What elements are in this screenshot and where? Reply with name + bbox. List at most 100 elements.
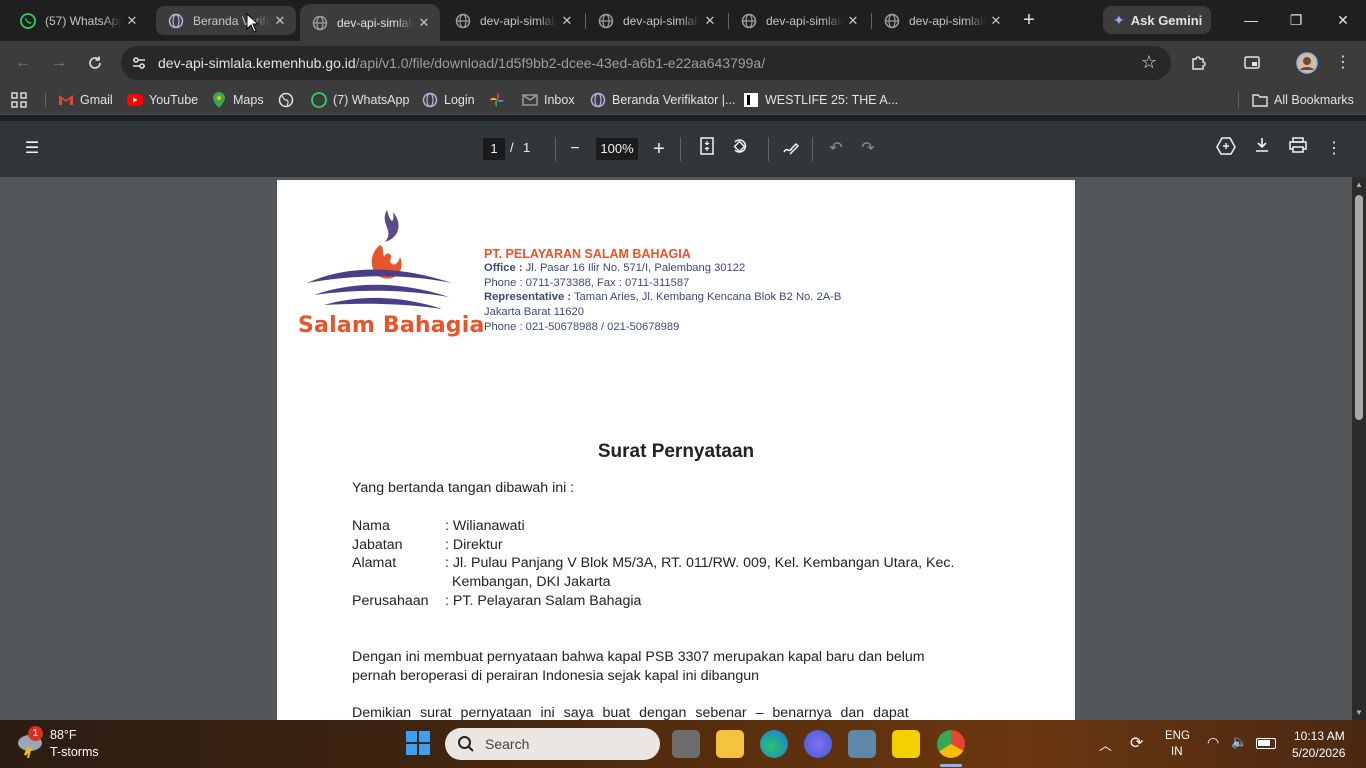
tab-whatsapp[interactable]: (57) WhatsApp ✕: [8, 6, 148, 35]
scroll-down-icon[interactable]: ▼: [1355, 708, 1363, 717]
language-region[interactable]: IN: [1171, 746, 1183, 758]
file-explorer-icon[interactable]: [716, 730, 744, 758]
sticky-notes-icon[interactable]: [892, 730, 920, 758]
bookmark-login[interactable]: Login: [422, 91, 475, 109]
weather-widget[interactable]: 1: [14, 726, 46, 764]
bookmark-pinwheel[interactable]: [489, 91, 511, 109]
search-label: Search: [485, 736, 530, 752]
sync-icon[interactable]: ⟳: [1130, 733, 1143, 753]
tab-dev-api[interactable]: dev-api-simlala ✕: [729, 6, 869, 35]
bookmark-globe[interactable]: [278, 91, 300, 109]
back-button[interactable]: ←: [9, 49, 37, 77]
zoom-in-button[interactable]: +: [647, 137, 671, 161]
start-button[interactable]: [405, 730, 433, 758]
all-bookmarks-button[interactable]: All Bookmarks: [1252, 91, 1354, 109]
tab-dev-api[interactable]: dev-api-simlala ✕: [586, 6, 726, 35]
new-tab-button[interactable]: +: [1016, 8, 1042, 34]
close-icon[interactable]: ✕: [122, 13, 142, 29]
representative-address: Representative : Taman Aries, Jl. Kemban…: [484, 291, 841, 303]
representative-city: Jakarta Barat 11620: [484, 306, 584, 318]
scroll-up-icon[interactable]: ▲: [1355, 180, 1363, 189]
redo-button[interactable]: ↷: [856, 137, 880, 161]
restore-button[interactable]: ❐: [1281, 8, 1311, 32]
menu-button[interactable]: ⋮: [1329, 49, 1357, 77]
fit-page-button[interactable]: [695, 137, 719, 161]
battery-icon[interactable]: [1256, 738, 1276, 749]
pdf-viewer[interactable]: Salam Bahagia PT. PELAYARAN SALAM BAHAGI…: [0, 177, 1366, 720]
drive-save-button[interactable]: [1214, 137, 1238, 161]
close-icon[interactable]: ✕: [557, 13, 577, 29]
download-icon: [1256, 138, 1268, 152]
close-icon[interactable]: ✕: [414, 15, 434, 31]
bookmark-inbox[interactable]: Inbox: [522, 91, 575, 109]
bookmark-whatsapp[interactable]: (7) WhatsApp: [311, 91, 409, 109]
page-number-input[interactable]: 1: [483, 138, 505, 160]
representative-label: Representative :: [484, 291, 572, 303]
task-view-icon[interactable]: [672, 730, 700, 758]
bookmark-star-icon[interactable]: ☆: [1141, 52, 1157, 73]
maps-pin-icon: [211, 92, 227, 108]
globe-icon: [884, 13, 900, 29]
apps-button[interactable]: [11, 91, 27, 109]
tab-dev-api[interactable]: dev-api-simlala ✕: [872, 6, 1012, 35]
globe-icon: [590, 92, 606, 108]
bookmark-westlife[interactable]: WESTLIFE 25: THE A...: [743, 91, 898, 109]
browser-app-icon[interactable]: [804, 730, 832, 758]
close-icon[interactable]: ✕: [986, 13, 1006, 29]
tab-title: dev-api-simlala: [480, 13, 557, 28]
close-window-button[interactable]: ✕: [1328, 8, 1358, 32]
clock-time[interactable]: 10:13 AM: [1294, 729, 1345, 743]
pdf-menu-button[interactable]: ☰: [20, 137, 44, 161]
edge-icon[interactable]: [760, 730, 788, 758]
tab-dev-api[interactable]: dev-api-simlala ✕: [443, 6, 583, 35]
youtube-icon: [127, 92, 143, 108]
wifi-icon[interactable]: ◠: [1207, 734, 1219, 751]
field-label: Perusahaan: [352, 593, 429, 609]
zoom-out-button[interactable]: −: [563, 137, 587, 161]
forward-button[interactable]: →: [45, 49, 73, 77]
camera-app-icon[interactable]: [848, 730, 876, 758]
zoom-input[interactable]: 100%: [596, 138, 638, 160]
taskbar-search[interactable]: Search: [445, 728, 660, 760]
annotate-button[interactable]: [779, 137, 803, 161]
globe-icon: [422, 92, 438, 108]
bookmark-youtube[interactable]: YouTube: [127, 91, 198, 109]
scrollbar-thumb[interactable]: [1355, 195, 1363, 420]
logo-text: Salam Bahagia: [298, 313, 485, 338]
bookmark-label: Gmail: [80, 93, 113, 107]
windows-logo-icon: [406, 731, 430, 755]
reload-button[interactable]: [81, 49, 109, 77]
close-icon[interactable]: ✕: [700, 13, 720, 29]
undo-button[interactable]: ↶: [824, 137, 848, 161]
close-icon[interactable]: ✕: [270, 13, 290, 29]
cast-button[interactable]: [1238, 49, 1266, 77]
clock-date[interactable]: 5/20/2026: [1292, 746, 1345, 760]
pdf-toolbar: ☰ 1 / 1 − 100% + ↶ ↷ ⋮: [0, 121, 1366, 177]
bookmark-gmail[interactable]: Gmail: [58, 91, 113, 109]
url-text[interactable]: dev-api-simlala.kemenhub.go.id/api/v1.0/…: [158, 55, 765, 71]
tab-dev-api-active[interactable]: dev-api-simlala ✕: [300, 4, 440, 41]
field-label: Nama: [352, 518, 390, 534]
ask-gemini-button[interactable]: ✦ Ask Gemini: [1103, 6, 1211, 34]
print-button[interactable]: [1286, 137, 1310, 161]
language-code[interactable]: ENG: [1165, 730, 1190, 742]
profile-avatar[interactable]: [1293, 49, 1321, 77]
pdf-scrollbar[interactable]: ▲ ▼: [1352, 177, 1366, 720]
download-button[interactable]: [1250, 137, 1274, 161]
close-icon[interactable]: ✕: [843, 13, 863, 29]
show-hidden-icons-button[interactable]: ︿: [1099, 735, 1112, 754]
extensions-button[interactable]: [1185, 49, 1213, 77]
rotate-button[interactable]: [728, 137, 752, 161]
field-value: : Direktur: [445, 537, 503, 553]
volume-icon[interactable]: 🔈: [1231, 734, 1247, 750]
tab-beranda-verifikator[interactable]: Beranda Verifikator ✕: [156, 6, 296, 35]
apps-grid-icon: [11, 92, 27, 108]
bookmark-beranda-verifikator[interactable]: Beranda Verifikator |...: [590, 91, 735, 109]
tab-strip: (57) WhatsApp ✕ Beranda Verifikator ✕ de…: [0, 0, 1366, 41]
chrome-icon[interactable]: [937, 730, 965, 758]
pdf-more-button[interactable]: ⋮: [1322, 137, 1346, 161]
minimize-button[interactable]: —: [1236, 8, 1266, 32]
address-bar[interactable]: dev-api-simlala.kemenhub.go.id/api/v1.0/…: [121, 46, 1171, 80]
site-info-icon[interactable]: [130, 54, 148, 72]
bookmark-maps[interactable]: Maps: [211, 91, 264, 109]
